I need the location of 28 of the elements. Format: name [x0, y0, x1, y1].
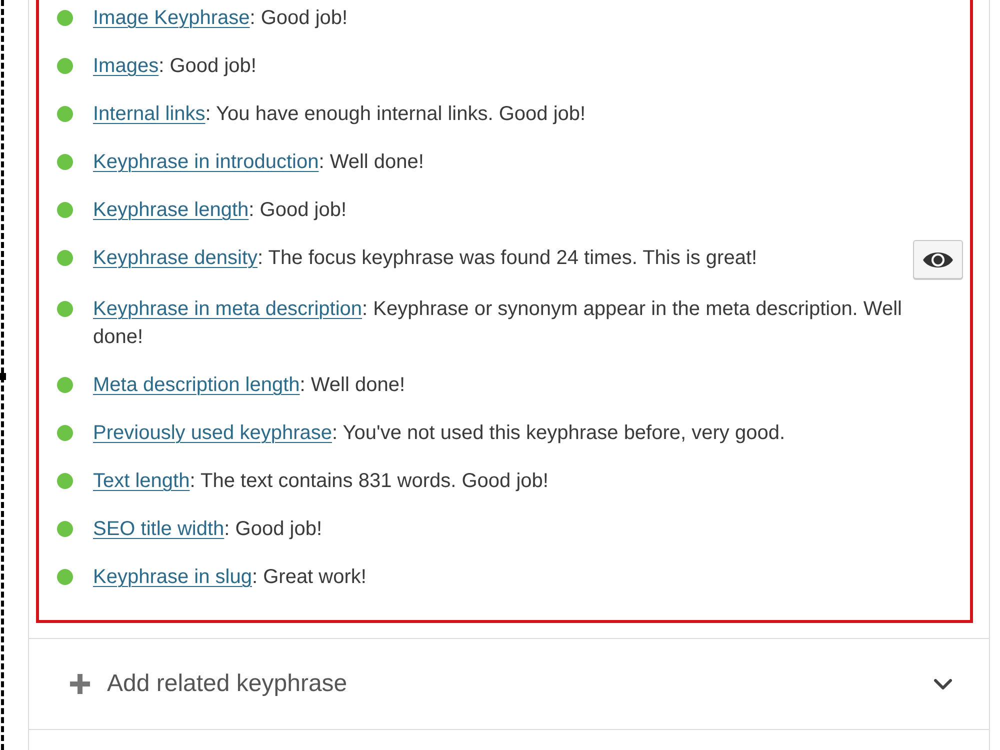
assessment-link[interactable]: Keyphrase length	[93, 199, 249, 221]
assessment-link[interactable]: Previously used keyphrase	[93, 422, 332, 444]
assessment-text: SEO title width: Good job!	[93, 517, 324, 542]
assessment-link[interactable]: SEO title width	[93, 518, 224, 540]
handle-icon[interactable]	[0, 373, 6, 380]
assessment-link[interactable]: Keyphrase in introduction	[93, 151, 319, 173]
assessment-link[interactable]: Keyphrase in slug	[93, 566, 252, 588]
assessment-text: Image Keyphrase: Good job!	[93, 6, 349, 31]
marker-button[interactable]	[913, 240, 963, 279]
assessment-text: Meta description length: Well done!	[93, 373, 406, 398]
assessment-text: Previously used keyphrase: You've not used this keyphrase before, very good.	[93, 421, 786, 446]
assessment-text: Keyphrase in introduction: Well done!	[93, 150, 425, 175]
assessment-text: Text length: The text contains 831 words. Good job!	[93, 469, 550, 494]
assessment-text: Internal links: You have enough internal links. Good job!	[93, 102, 587, 127]
assessment-link[interactable]: Keyphrase density	[93, 247, 258, 269]
assessment-link[interactable]: Internal links	[93, 103, 206, 125]
assessment-link[interactable]: Keyphrase in meta description	[93, 298, 362, 320]
assessment-link[interactable]: Text length	[93, 470, 190, 492]
related-keyphrase-toggle[interactable]: Add related keyphrase	[29, 638, 989, 729]
assessment-text: Keyphrase in slug: Great work!	[93, 565, 368, 590]
assessment-text: Keyphrase in meta description: Keyphrase or synonym appear in the meta description. Well done!	[93, 297, 903, 350]
assessment-text: Images: Good job!	[93, 54, 258, 79]
plus-icon	[70, 674, 90, 694]
eye-icon	[923, 250, 953, 268]
assessment-link[interactable]: Meta description length	[93, 374, 300, 396]
assessment-link[interactable]: Images	[93, 55, 159, 77]
assessment-link[interactable]: Image Keyphrase	[93, 7, 250, 29]
assessment-text: Keyphrase length: Good job!	[93, 198, 348, 223]
